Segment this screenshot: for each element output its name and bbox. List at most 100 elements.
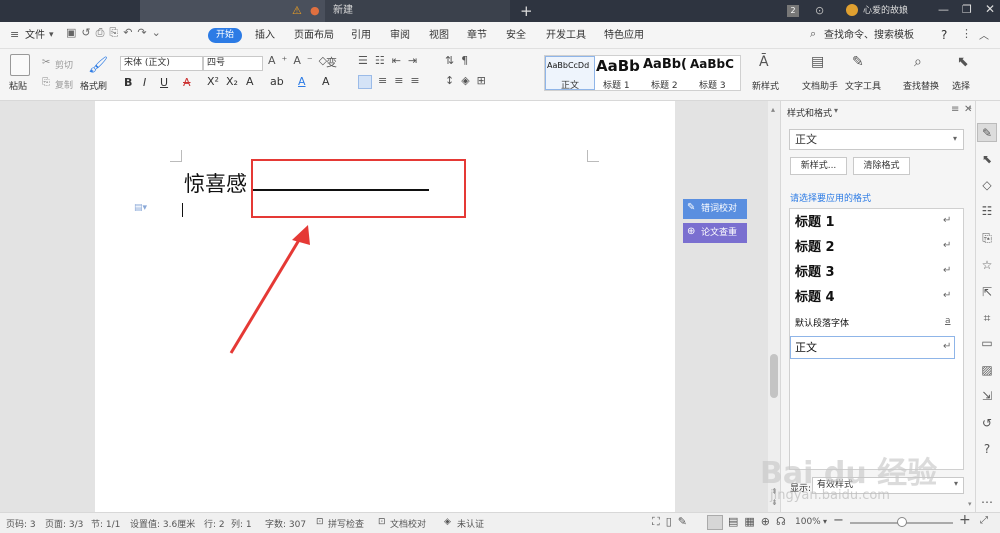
crop-icon[interactable]: ⌗ <box>980 311 994 325</box>
status-page-number[interactable]: 页码: 3 <box>6 517 36 530</box>
user-name[interactable]: 心爱的故娘 <box>863 0 908 22</box>
skin-icon[interactable]: ⊙ <box>815 4 824 17</box>
help-button[interactable]: ? <box>941 27 947 44</box>
copy-button[interactable]: 复制 <box>55 78 73 91</box>
hamburger-icon[interactable]: ≡ <box>10 28 19 41</box>
help-circle-icon[interactable]: ? <box>980 442 994 456</box>
menu-tab-view[interactable]: 视图 <box>429 27 449 44</box>
find-replace-button[interactable]: 查找替换 <box>903 79 939 92</box>
paragraph-extra-controls[interactable]: ⇅¶ <box>445 54 475 67</box>
avatar[interactable] <box>846 4 858 16</box>
menu-tab-developer[interactable]: 开发工具 <box>546 27 586 44</box>
share-icon[interactable]: ⇱ <box>980 285 994 299</box>
fullscreen-icon[interactable]: ⤢ <box>980 515 988 526</box>
collapse-ribbon-icon[interactable]: ︿ <box>979 27 989 42</box>
view-mode-buttons-right[interactable]: ▤▦⊕☊ <box>728 515 792 528</box>
star-icon[interactable]: ☆ <box>980 258 994 272</box>
panel-scroll-up-icon[interactable]: ▴ <box>968 103 972 111</box>
style-list-h3[interactable]: 标题 3 <box>790 261 962 285</box>
status-pages[interactable]: 页面: 3/3 <box>45 517 83 530</box>
style-list-default-font[interactable]: 默认段落字体 <box>795 316 849 329</box>
chevron-down-icon[interactable]: ▾ <box>954 479 958 488</box>
status-row[interactable]: 行: 2 <box>204 517 225 530</box>
view-mode-buttons[interactable]: ⛶▯✎ <box>652 515 693 529</box>
doc-check-button[interactable]: 文档校对 <box>390 517 426 530</box>
panel-scroll-down-icon[interactable]: ▾ <box>968 500 972 508</box>
more-icon[interactable]: ⋮ <box>961 27 972 40</box>
document-text[interactable]: 惊喜感 <box>184 168 247 198</box>
font-color-button[interactable]: A <box>298 75 306 88</box>
format-painter-button[interactable]: 格式刷 <box>80 79 107 92</box>
zoom-chevron-icon[interactable]: ▾ <box>823 517 827 526</box>
style-list-h1[interactable]: 标题 1 <box>790 211 962 235</box>
clear-format-button[interactable]: 清除格式 <box>853 157 910 175</box>
style-pen-icon[interactable]: ✎ <box>980 126 994 140</box>
subscript-button[interactable]: X₂ <box>226 75 238 88</box>
style-preview-h1[interactable]: AaBb <box>596 57 640 75</box>
paragraph-format-icon[interactable]: ▤▾ <box>134 203 147 213</box>
panel-title-chevron-icon[interactable]: ▾ <box>834 106 838 115</box>
minimize-icon[interactable]: — <box>938 3 949 16</box>
doc-helper-button[interactable]: 文档助手 <box>802 79 838 92</box>
current-style-select[interactable]: 正文 <box>789 129 964 150</box>
style-list-h2[interactable]: 标题 2 <box>790 236 962 260</box>
quick-access-toolbar[interactable]: ▣↺⎙⎘↶↷⌄ <box>66 26 166 40</box>
underline-button[interactable]: U <box>160 76 168 89</box>
zoom-in-button[interactable]: + <box>959 512 971 528</box>
menu-tab-review[interactable]: 审阅 <box>390 27 410 44</box>
document-tab-active[interactable]: ⚠ ● <box>140 0 325 22</box>
chevron-down-icon[interactable]: ▾ <box>49 27 54 44</box>
font-size-select[interactable]: 四号 <box>203 56 263 71</box>
new-style-button[interactable]: 新样式 <box>752 79 779 92</box>
italic-button[interactable]: I <box>143 76 146 89</box>
char-border-button[interactable]: A <box>322 75 330 88</box>
archive-icon[interactable]: ▭ <box>980 336 994 350</box>
chevron-down-icon[interactable]: ▾ <box>953 134 957 143</box>
style-list-body-selected[interactable]: 正文 <box>790 336 955 359</box>
scrollbar-thumb[interactable] <box>770 354 778 398</box>
status-setting-value[interactable]: 设置值: 3.6厘米 <box>130 517 195 530</box>
select-button[interactable]: 选择 <box>952 79 970 92</box>
close-icon[interactable]: ✕ <box>985 2 995 16</box>
style-preview-h2[interactable]: AaBb( <box>643 57 687 72</box>
cut-button[interactable]: 剪切 <box>55 58 73 71</box>
settings-sliders-icon[interactable]: ☷ <box>980 204 994 218</box>
pointer-icon[interactable]: ⬉ <box>980 152 994 166</box>
spacing-shading-controls[interactable]: ↕◈⊞ <box>445 74 493 87</box>
panel-menu-icon[interactable]: ≡ <box>951 104 959 115</box>
panel-title[interactable]: 样式和格式 <box>787 106 832 119</box>
search-commands[interactable]: 查找命令、搜索模板 <box>824 27 914 44</box>
shapes-icon[interactable]: ◇ <box>980 178 994 192</box>
align-left-button[interactable] <box>358 75 372 89</box>
menu-tab-chapter[interactable]: 章节 <box>467 27 487 44</box>
menu-tab-reference[interactable]: 引用 <box>351 27 371 44</box>
status-section[interactable]: 节: 1/1 <box>91 517 120 530</box>
status-word-count[interactable]: 字数: 307 <box>265 517 306 530</box>
spell-check-button[interactable]: 拼写检查 <box>328 517 364 530</box>
maximize-icon[interactable]: ❐ <box>962 3 972 16</box>
menu-file[interactable]: 文件 <box>25 27 45 44</box>
zoom-out-button[interactable]: − <box>833 513 844 528</box>
export-icon[interactable]: ⇲ <box>980 389 994 403</box>
text-tools-button[interactable]: 文字工具 <box>845 79 881 92</box>
image-icon[interactable]: ▨ <box>980 363 994 377</box>
phonetic-icon[interactable]: 变 <box>326 54 337 70</box>
certification-status[interactable]: 未认证 <box>457 517 484 530</box>
new-tab-button[interactable]: + <box>520 0 533 22</box>
text-effect-button[interactable]: A <box>246 75 254 88</box>
menu-tab-features[interactable]: 特色应用 <box>604 27 644 44</box>
zoom-level[interactable]: 100% <box>795 517 821 527</box>
more-options-icon[interactable]: ⋯ <box>980 495 994 509</box>
menu-tab-layout[interactable]: 页面布局 <box>294 27 334 44</box>
status-column[interactable]: 列: 1 <box>231 517 252 530</box>
strikethrough-button[interactable]: A <box>183 76 191 89</box>
history-icon[interactable]: ↺ <box>980 416 994 430</box>
paste-button[interactable]: 粘贴 <box>9 79 27 92</box>
new-style-panel-button[interactable]: 新样式... <box>790 157 847 175</box>
scroll-up-icon[interactable]: ▴ <box>771 105 775 114</box>
style-list-h4[interactable]: 标题 4 <box>790 286 962 310</box>
superscript-button[interactable]: X² <box>207 75 219 88</box>
style-preview-h3[interactable]: AaBbC <box>690 57 734 71</box>
font-size-controls[interactable]: A⁺A⁻◇ <box>268 54 333 67</box>
menu-tab-start[interactable]: 开始 <box>208 28 242 43</box>
